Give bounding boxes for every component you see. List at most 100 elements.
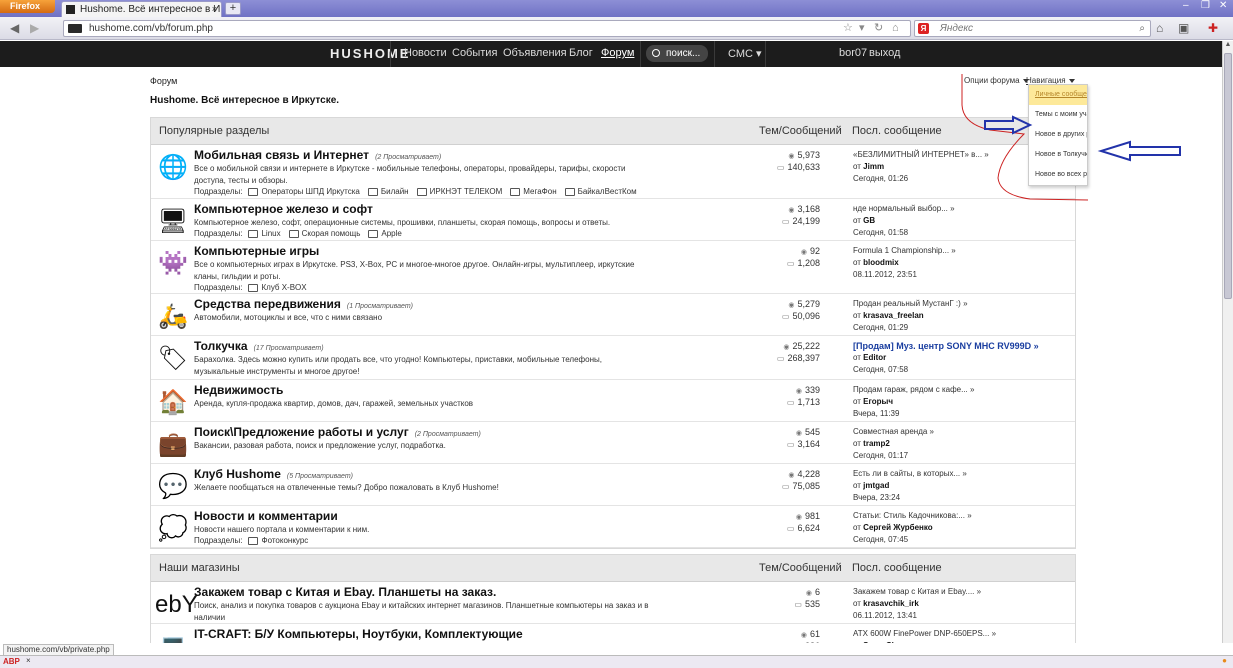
- subforum-link[interactable]: ИРКНЭТ ТЕЛЕКОМ: [417, 187, 503, 196]
- forum-options-dropdown[interactable]: Опции форума: [964, 76, 1029, 85]
- bookmark-star-icon[interactable]: ☆: [843, 21, 853, 36]
- menu-news[interactable]: Новости: [404, 47, 447, 59]
- sms-menu[interactable]: СМС ▾: [728, 47, 762, 60]
- go-to-post-icon[interactable]: »: [967, 511, 971, 520]
- subforum-link[interactable]: МегаФон: [510, 187, 556, 196]
- forum-title-link[interactable]: Средства передвижения (1 Просматривает): [194, 297, 413, 311]
- author-link[interactable]: Editor: [863, 353, 886, 362]
- forum-title-link[interactable]: Недвижимость: [194, 383, 283, 397]
- go-to-post-icon[interactable]: »: [951, 246, 955, 255]
- abp-icon[interactable]: ABP: [3, 657, 20, 666]
- maximize-icon[interactable]: ❐: [1201, 0, 1210, 12]
- site-logo[interactable]: HUSHOME: [330, 46, 410, 61]
- forum-title-link[interactable]: Закажем товар с Китая и Ebay. Планшеты н…: [194, 585, 496, 599]
- nav-menu-item[interactable]: Новое в Толкучке: [1029, 145, 1087, 165]
- author-link[interactable]: jmtgad: [863, 481, 889, 490]
- bookmarks-menu-icon[interactable]: ▣: [1178, 21, 1189, 35]
- scroll-thumb[interactable]: [1224, 53, 1232, 299]
- reload-icon[interactable]: ↻: [874, 21, 883, 36]
- address-bar[interactable]: hushome.com/vb/forum.php ☆ ▾ ↻ ⌂: [63, 20, 911, 37]
- author-link[interactable]: Егорыч: [863, 397, 893, 406]
- subforum-link[interactable]: Фотоконкурс: [248, 536, 308, 545]
- last-post-title[interactable]: Есть ли в сайты, в которых... »: [853, 468, 967, 480]
- author-link[interactable]: krasavchik_irk: [863, 599, 919, 608]
- forum-title-link[interactable]: Клуб Hushome (5 Просматривает): [194, 467, 353, 481]
- back-icon[interactable]: ◀: [10, 21, 19, 35]
- last-post-title[interactable]: Статьи: Стиль Кадочникова:... »: [853, 510, 972, 522]
- last-post-title[interactable]: Совместная аренда »: [853, 426, 934, 438]
- go-to-post-icon[interactable]: »: [930, 427, 934, 436]
- author-link[interactable]: Jimm: [863, 162, 884, 171]
- addon-icon[interactable]: ✚: [1208, 21, 1218, 35]
- go-to-post-icon[interactable]: »: [984, 150, 988, 159]
- menu-ads[interactable]: Объявления: [503, 47, 567, 59]
- last-post-title-text: Статьи: Стиль Кадочникова:...: [853, 511, 965, 520]
- subforum-link[interactable]: Скорая помощь: [289, 229, 361, 238]
- subforum-link[interactable]: Клуб X-BOX: [248, 283, 306, 292]
- menu-blog[interactable]: Блог: [569, 47, 593, 59]
- author-link[interactable]: GB: [863, 216, 875, 225]
- author-link[interactable]: tramp2: [863, 439, 890, 448]
- home-page-icon[interactable]: ⌂: [1156, 21, 1163, 35]
- forum-title-link[interactable]: Компьютерное железо и софт: [194, 202, 373, 216]
- forum-title-link[interactable]: Толкучка (17 Просматривает): [194, 339, 324, 353]
- go-to-post-icon[interactable]: »: [977, 587, 981, 596]
- subforum-link[interactable]: Билайн: [368, 187, 409, 196]
- page-scrollbar[interactable]: ▲ ▼: [1222, 41, 1233, 655]
- browser-tab[interactable]: Hushome. Всё интересное в Иркутске. ×: [61, 1, 222, 17]
- last-post-title[interactable]: Продам гараж, рядом с кафе... »: [853, 384, 974, 396]
- site-search-input[interactable]: поиск...: [646, 45, 708, 62]
- logout-link[interactable]: выход: [869, 47, 900, 59]
- subforum-link[interactable]: БайкалВестКом: [565, 187, 637, 196]
- scroll-up-icon[interactable]: ▲: [1223, 41, 1233, 51]
- new-tab-button[interactable]: +: [225, 2, 241, 15]
- nav-menu-item[interactable]: Личные сообщения: [1029, 85, 1087, 105]
- subforum-link[interactable]: Linux: [248, 229, 280, 238]
- home-icon[interactable]: ⌂: [892, 21, 899, 36]
- subforum-link[interactable]: Apple: [368, 229, 401, 238]
- addon-status-icon[interactable]: ●: [1222, 656, 1227, 665]
- go-to-post-icon[interactable]: »: [963, 299, 967, 308]
- search-bar[interactable]: Я Яндекс ⌕: [914, 20, 1151, 37]
- author-link[interactable]: Сергей Журбенко: [863, 523, 933, 532]
- dropdown-arrow-icon[interactable]: ▾: [859, 21, 865, 36]
- last-post-title[interactable]: «БЕЗЛИМИТНЫЙ ИНТЕРНЕТ» в... »: [853, 149, 989, 161]
- go-to-post-icon[interactable]: »: [1034, 341, 1039, 351]
- go-to-post-icon[interactable]: »: [950, 204, 954, 213]
- minimize-icon[interactable]: –: [1183, 0, 1189, 12]
- forum-title-link[interactable]: Мобильная связь и Интернет (2 Просматрива…: [194, 148, 441, 162]
- close-window-icon[interactable]: ✕: [1219, 0, 1227, 12]
- go-to-post-icon[interactable]: »: [962, 469, 966, 478]
- last-post-title[interactable]: Продан реальный МустанГ :) »: [853, 298, 968, 310]
- nav-menu-item[interactable]: Темы с моим участием: [1029, 105, 1087, 125]
- forum-title-link[interactable]: IT-CRAFT: Б/У Компьютеры, Ноутбуки, Комп…: [194, 627, 523, 641]
- author-link[interactable]: bloodmix: [863, 258, 899, 267]
- go-to-post-icon[interactable]: »: [970, 385, 974, 394]
- last-post-date: 06.11.2012, 13:41: [853, 611, 917, 620]
- firefox-menu-button[interactable]: Firefox: [0, 0, 55, 13]
- menu-forum[interactable]: Форум: [601, 47, 634, 59]
- last-post-title[interactable]: Formula 1 Championship... »: [853, 245, 956, 257]
- nav-menu-item[interactable]: Новое в других разделах: [1029, 125, 1087, 145]
- forum-title-link[interactable]: Поиск\Предложение работы и услуг (2 Просм…: [194, 425, 481, 439]
- menu-events[interactable]: События: [452, 47, 497, 59]
- username-link[interactable]: bor07: [839, 47, 867, 59]
- last-post-title[interactable]: Закажем товар с Китая и Ebay.... »: [853, 586, 981, 598]
- forum-title-link[interactable]: Новости и комментарии: [194, 509, 338, 523]
- subforum-link[interactable]: Операторы ШПД Иркутска: [248, 187, 359, 196]
- last-post-title[interactable]: нде нормальный выбор... »: [853, 203, 955, 215]
- addon-close-icon[interactable]: ×: [26, 656, 31, 665]
- go-to-post-icon[interactable]: »: [992, 629, 996, 638]
- section-header: Наши магазины Тем/Сообщений Посл. сообще…: [151, 555, 1075, 582]
- forum-title-link[interactable]: Компьютерные игры: [194, 244, 319, 258]
- tab-close-icon[interactable]: ×: [212, 2, 217, 17]
- last-post-title[interactable]: ATX 600W FinePower DNP-650EPS... »: [853, 628, 996, 640]
- identity-icon[interactable]: [68, 24, 82, 33]
- breadcrumb[interactable]: Форум: [150, 76, 177, 86]
- last-post-title[interactable]: [Продам] Муз. центр SONY MHC RV999D »: [853, 340, 1039, 352]
- yandex-engine-icon[interactable]: Я: [918, 23, 929, 34]
- author-link[interactable]: krasava_freelan: [863, 311, 924, 320]
- nav-menu-item[interactable]: Новое во всех разделах: [1029, 165, 1087, 185]
- search-go-icon[interactable]: ⌕: [1139, 21, 1145, 36]
- forward-icon[interactable]: ▶: [30, 21, 39, 35]
